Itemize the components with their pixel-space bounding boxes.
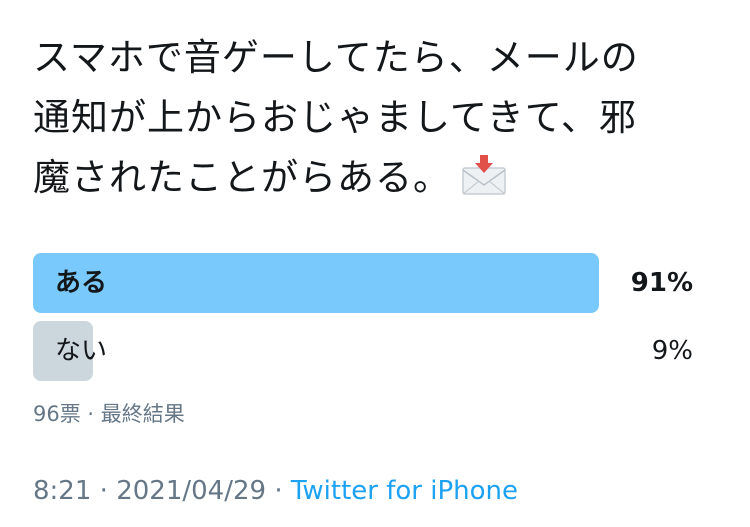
poll-option-nai: ない 9% <box>33 321 693 381</box>
tweet-meta: 8:21 · 2021/04/29 · Twitter for iPhone <box>33 476 518 506</box>
poll-option-label: ない <box>55 336 108 366</box>
poll: ある 91% ない 9% <box>33 253 693 389</box>
poll-option-aru: ある 91% <box>33 253 693 313</box>
tweet-text-line: スマホで音ゲーしてたら、メールの <box>33 36 639 79</box>
tweet-text: スマホで音ゲーしてたら、メールの 通知が上からおじゃましてきて、邪 魔されたこと… <box>33 28 723 214</box>
poll-option-label: ある <box>55 268 108 298</box>
tweet-date[interactable]: 2021/04/29 <box>116 476 266 506</box>
incoming-envelope-icon <box>461 154 507 214</box>
tweet-text-line: 魔されたことがらある。 <box>33 148 723 214</box>
poll-bar <box>33 253 599 313</box>
tweet-text-line: 通知が上からおじゃましてきて、邪 <box>33 96 637 139</box>
meta-separator: · <box>274 476 283 506</box>
tweet-time[interactable]: 8:21 <box>33 476 91 506</box>
tweet-text-line-content: 魔されたことがらある。 <box>33 156 451 199</box>
tweet-source-link[interactable]: Twitter for iPhone <box>291 476 518 506</box>
poll-option-percent: 91% <box>630 268 693 298</box>
poll-summary: 96票 · 最終結果 <box>33 402 185 426</box>
poll-option-percent: 9% <box>651 336 693 366</box>
meta-separator: · <box>99 476 108 506</box>
